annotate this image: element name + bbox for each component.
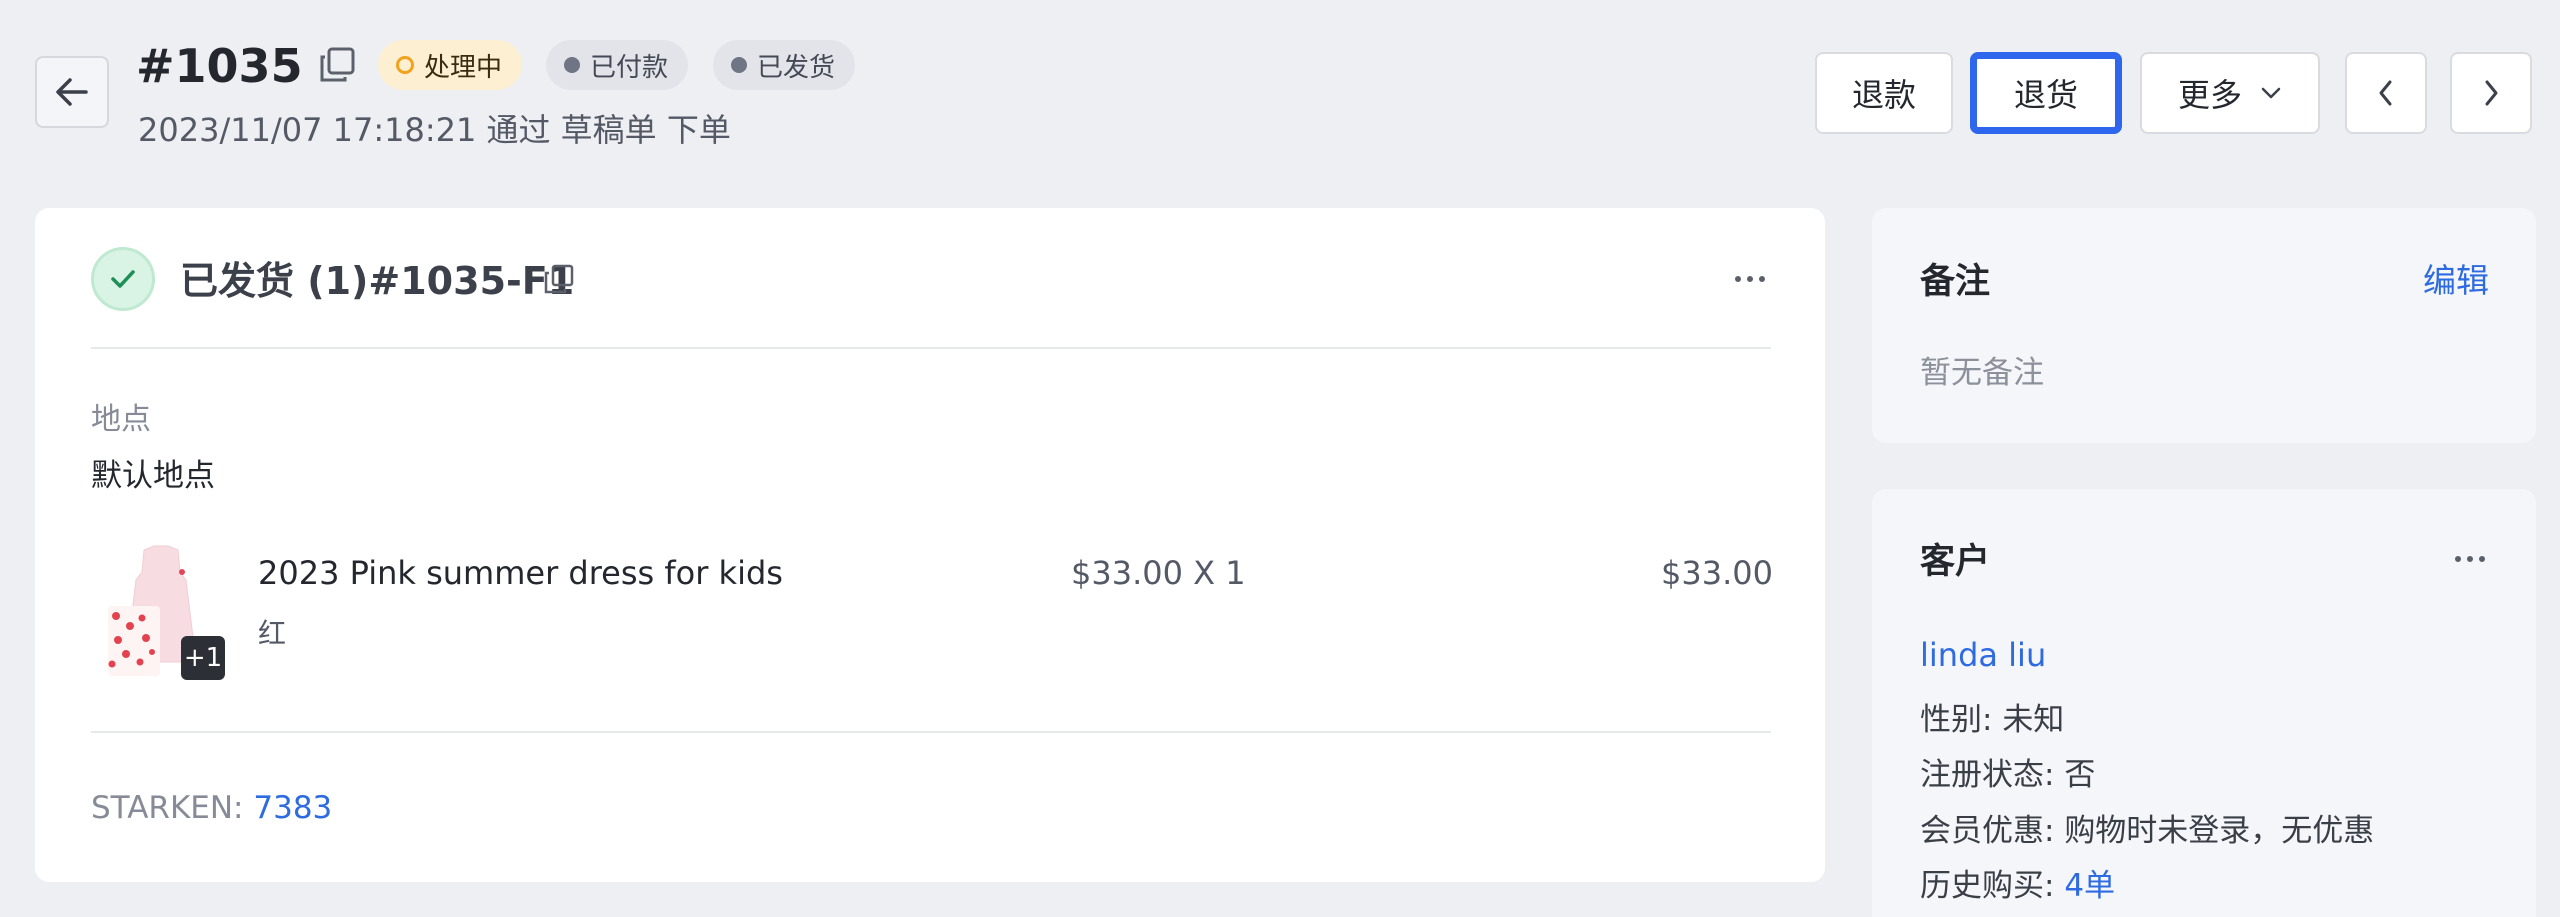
extra-images-badge: +1 [181,636,225,680]
notes-card [1872,208,2536,443]
customer-member-discount: 会员优惠: 购物时未登录，无优惠 [1920,810,2374,852]
location-value: 默认地点 [91,458,215,494]
carrier-label: STARKEN: [91,790,244,826]
back-button[interactable] [35,56,109,128]
more-options-icon[interactable] [2455,556,2485,562]
customer-gender: 性别: 未知 [1920,699,2064,741]
product-price-quantity: $33.00 X 1 [1071,554,1246,592]
order-number: #1035 [136,39,303,93]
chevron-left-icon [2379,80,2392,106]
more-button[interactable]: 更多 [2140,52,2320,134]
status-badge-label: 处理中 [424,52,503,83]
status-dot-icon [564,57,580,73]
status-badge-processing: 处理中 [378,40,523,90]
registration-value: 否 [2064,757,2096,793]
customer-registration: 注册状态: 否 [1920,754,2095,796]
history-label: 历史购买: [1920,868,2055,904]
notes-edit-link[interactable]: 编辑 [2423,258,2489,304]
gender-value: 未知 [2002,702,2065,738]
fulfillment-card [35,208,1825,882]
product-name[interactable]: 2023 Pink summer dress for kids [258,551,783,595]
product-variant: 红 [258,617,287,650]
next-order-button[interactable] [2450,52,2532,134]
tracking-info: STARKEN: 7383 [91,787,332,829]
status-dot-icon [731,57,747,73]
customer-purchase-history: 历史购买: 4单 [1920,865,2115,907]
more-button-label: 更多 [2177,76,2242,114]
member-value: 购物时未登录，无优惠 [2064,813,2375,849]
fulfillment-title: 已发货 (1)#1035-F1 [180,259,575,303]
divider [91,731,1771,733]
chevron-right-icon [2485,80,2498,106]
product-total: $33.00 [1661,554,1773,592]
status-badge-label: 已发货 [757,52,836,83]
tracking-number-link[interactable]: 7383 [253,790,332,826]
status-badge-shipped: 已发货 [713,40,856,90]
status-badge-label: 已付款 [590,52,669,83]
notes-empty-text: 暂无备注 [1920,355,2044,391]
registration-label: 注册状态: [1920,757,2055,793]
divider [91,347,1771,349]
copy-icon[interactable] [543,263,575,295]
order-subtitle: 2023/11/07 17:18:21 通过 草稿单 下单 [138,111,731,149]
status-badge-paid: 已付款 [546,40,689,90]
location-label: 地点 [91,402,151,437]
fulfilled-check-icon [91,247,155,311]
customer-name-link[interactable]: linda liu [1920,633,2046,677]
copy-icon[interactable] [318,46,356,84]
member-label: 会员优惠: [1920,813,2055,849]
previous-order-button[interactable] [2345,52,2427,134]
arrow-left-icon [56,78,88,106]
refund-button[interactable]: 退款 [1815,52,1953,134]
chevron-down-icon [2261,87,2281,99]
return-button[interactable]: 退货 [1970,52,2122,134]
history-orders-link[interactable]: 4单 [2064,868,2115,904]
customer-title: 客户 [1920,542,1991,582]
gender-label: 性别: [1920,702,1993,738]
status-dot-icon [396,56,414,74]
more-options-icon[interactable] [1735,276,1765,282]
notes-title: 备注 [1920,262,1991,302]
